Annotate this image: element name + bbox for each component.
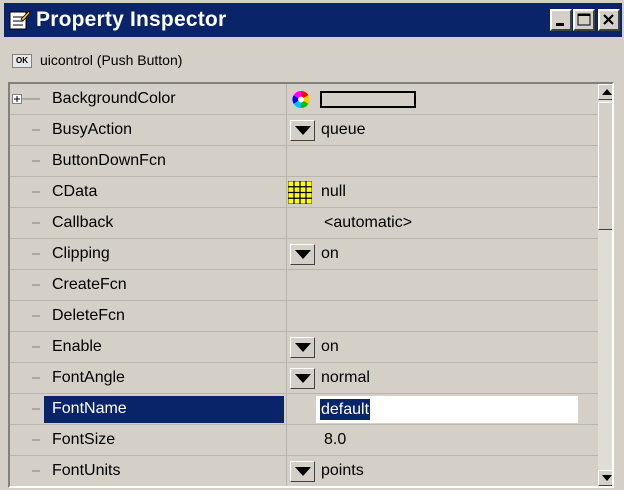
column-separator: [286, 239, 287, 270]
property-row[interactable]: FontName default: [10, 394, 598, 425]
property-row[interactable]: Callback <automatic>: [10, 208, 598, 239]
column-separator: [286, 177, 287, 208]
column-separator: [286, 301, 287, 332]
close-icon: [603, 14, 614, 25]
property-name: CData: [52, 183, 98, 200]
scroll-up-button[interactable]: [598, 84, 612, 100]
tree-line: [32, 346, 40, 348]
property-name: DeleteFcn: [52, 307, 125, 324]
property-value[interactable]: queue: [321, 119, 366, 141]
scroll-down-button[interactable]: [598, 470, 612, 486]
dropdown-button[interactable]: [290, 337, 315, 358]
maximize-icon: [577, 13, 591, 26]
window-title: Property Inspector: [36, 8, 227, 31]
tree-line: [32, 160, 40, 162]
column-separator: [286, 115, 287, 146]
property-row[interactable]: BackgroundColor: [10, 84, 598, 115]
scroll-thumb[interactable]: [598, 102, 612, 230]
property-value[interactable]: points: [321, 460, 364, 482]
property-name: FontSize: [52, 431, 116, 448]
tree-line: [32, 408, 40, 410]
property-row[interactable]: FontUnits points: [10, 456, 598, 486]
property-name: Callback: [52, 214, 114, 231]
dropdown-arrow-icon: [295, 374, 311, 383]
title-bar[interactable]: Property Inspector: [4, 3, 622, 37]
dropdown-button[interactable]: [290, 120, 315, 141]
tree-line: [32, 253, 40, 255]
property-grid: BackgroundColor BusyAction queue ButtonDown…: [8, 82, 614, 488]
property-value[interactable]: <automatic>: [324, 212, 412, 234]
close-button[interactable]: [598, 9, 620, 31]
object-label: uicontrol (Push Button): [40, 52, 183, 68]
property-inspector-window: Property Inspector OK uicontrol (Push Bu…: [0, 0, 624, 490]
property-name: CreateFcn: [52, 276, 127, 293]
property-value[interactable]: 8.0: [324, 429, 346, 451]
property-name: BusyAction: [52, 121, 133, 138]
column-separator: [286, 394, 287, 425]
property-row[interactable]: Enable on: [10, 332, 598, 363]
property-name: Enable: [52, 338, 102, 355]
arrow-up-icon: [602, 89, 612, 95]
column-separator: [286, 425, 287, 456]
column-separator: [286, 208, 287, 239]
color-swatch[interactable]: [320, 91, 416, 108]
property-value[interactable]: default: [320, 399, 371, 420]
expand-icon[interactable]: [10, 84, 40, 115]
column-separator: [286, 146, 287, 177]
dropdown-button[interactable]: [290, 368, 315, 389]
tree-line: [32, 470, 40, 472]
property-value[interactable]: null: [321, 181, 346, 203]
property-row[interactable]: DeleteFcn: [10, 301, 598, 332]
color-wheel-icon[interactable]: [290, 89, 312, 110]
dropdown-arrow-icon: [295, 126, 311, 135]
tree-line: [32, 129, 40, 131]
tree-line: [32, 284, 40, 286]
column-separator: [286, 363, 287, 394]
property-value[interactable]: on: [321, 336, 339, 358]
property-inspector-icon: [9, 10, 31, 30]
push-button-icon: OK: [12, 54, 32, 68]
property-row[interactable]: ButtonDownFcn: [10, 146, 598, 177]
property-value[interactable]: on: [321, 243, 339, 265]
tree-line: [32, 222, 40, 224]
property-name: FontName: [52, 400, 127, 417]
property-row[interactable]: CreateFcn: [10, 270, 598, 301]
minimize-button[interactable]: [550, 9, 572, 31]
property-row[interactable]: CData null: [10, 177, 598, 208]
property-name: Clipping: [52, 245, 110, 262]
property-value[interactable]: normal: [321, 367, 370, 389]
dropdown-arrow-icon: [295, 467, 311, 476]
vertical-scrollbar[interactable]: [598, 84, 612, 486]
property-row[interactable]: BusyAction queue: [10, 115, 598, 146]
property-name: ButtonDownFcn: [52, 152, 166, 169]
tree-line: [32, 315, 40, 317]
column-separator: [286, 270, 287, 301]
property-row[interactable]: FontAngle normal: [10, 363, 598, 394]
dropdown-arrow-icon: [295, 250, 311, 259]
property-name: FontAngle: [52, 369, 125, 386]
arrow-down-icon: [602, 475, 612, 481]
property-row[interactable]: Clipping on: [10, 239, 598, 270]
grid-icon[interactable]: [288, 181, 312, 204]
tree-line: [32, 191, 40, 193]
column-separator: [286, 456, 287, 486]
column-separator: [286, 332, 287, 363]
dropdown-button[interactable]: [290, 244, 315, 265]
column-separator: [286, 84, 287, 115]
property-name: FontUnits: [52, 462, 121, 479]
property-name: BackgroundColor: [52, 90, 176, 107]
dropdown-button[interactable]: [290, 461, 315, 482]
tree-line: [32, 439, 40, 441]
minimize-icon: [556, 23, 564, 26]
property-row[interactable]: FontSize 8.0: [10, 425, 598, 456]
dropdown-arrow-icon: [295, 343, 311, 352]
tree-line: [32, 377, 40, 379]
maximize-button[interactable]: [573, 9, 595, 31]
